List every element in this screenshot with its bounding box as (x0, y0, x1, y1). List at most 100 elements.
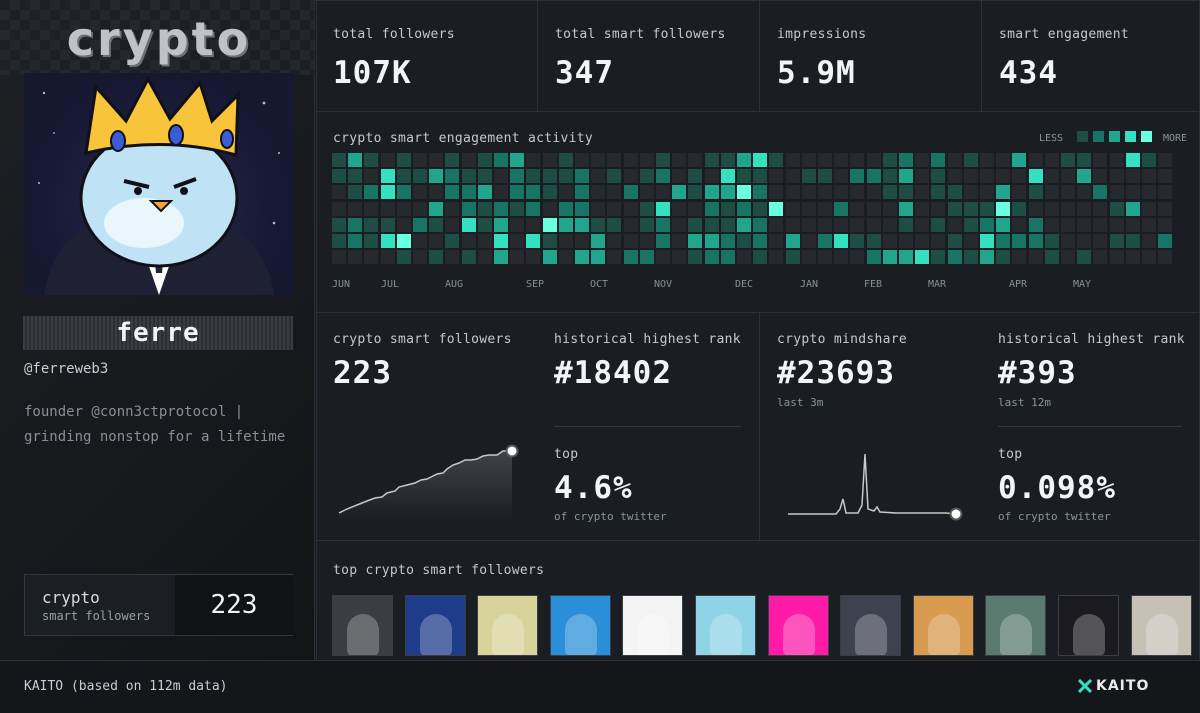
heatmap-cell (672, 153, 686, 167)
heatmap-cell (850, 250, 864, 264)
heatmap-cell (332, 185, 346, 199)
heatmap-cell (721, 153, 735, 167)
elisdefi-logo-icon[interactable] (622, 595, 684, 656)
heatmap-cell (980, 153, 994, 167)
heatmap-cell (1110, 234, 1124, 248)
heatmap-cell (640, 153, 654, 167)
footer-brand[interactable]: KAITO (1096, 678, 1149, 694)
avatar-figure (564, 614, 597, 655)
heatmap-cell (543, 250, 557, 264)
profile-handle[interactable]: @ferreweb3 (24, 361, 108, 377)
heatmap-cell (1012, 218, 1026, 232)
robot-avatar-icon[interactable] (695, 595, 756, 656)
heatmap-cell (559, 218, 573, 232)
heatmap-cell (591, 250, 605, 264)
pixel-punk-avatar-icon[interactable] (767, 595, 829, 656)
stat-value: 5.9M (777, 55, 856, 91)
heatmap-cell (364, 185, 378, 199)
heatmap-cell (1029, 169, 1043, 183)
heatmap-cell (753, 202, 767, 216)
bio-line-1: founder @conn3ctprotocol | (24, 404, 244, 420)
heatmap-cell (1077, 218, 1091, 232)
heatmap-cell (721, 202, 735, 216)
heatmap-cell (980, 234, 994, 248)
cartoon-avatar-icon[interactable] (549, 595, 611, 656)
heatmap-cell (915, 218, 929, 232)
heatmap-cell (948, 234, 962, 248)
heatmap-cell (996, 169, 1010, 183)
box-label-2: smart followers (42, 609, 151, 623)
heatmap-cell (1110, 169, 1124, 183)
heatmap-cell (834, 250, 848, 264)
heatmap-cell (348, 250, 362, 264)
heatmap-cell (397, 218, 411, 232)
heatmap-cell (753, 250, 767, 264)
heatmap-cell (494, 218, 508, 232)
avatar-figure (855, 614, 888, 655)
heatmap-cell (802, 202, 816, 216)
blue-bird-avatar-icon[interactable] (404, 595, 466, 656)
penguin-avatar-icon[interactable] (840, 595, 902, 656)
heatmap-cell (737, 250, 751, 264)
heatmap-cell (672, 234, 686, 248)
heatmap-cell (964, 169, 978, 183)
heatmap-cell (737, 169, 751, 183)
heatmap-cell (1158, 218, 1172, 232)
heatmap-cell (753, 185, 767, 199)
heatmap-cell (656, 153, 670, 167)
avatar-figure (1000, 614, 1033, 655)
heatmap-cell (656, 202, 670, 216)
heatmap-cell (381, 153, 395, 167)
man-photo-avatar-icon[interactable] (912, 595, 974, 656)
avatar-figure (419, 614, 452, 655)
heatmap-cell (1012, 234, 1026, 248)
heatmap-cell (786, 250, 800, 264)
heatmap-cell (462, 153, 476, 167)
profile-name: ferre (116, 318, 200, 348)
heatmap-cell (996, 250, 1010, 264)
heatmap-cell (364, 153, 378, 167)
hooded-avatar-icon[interactable] (1058, 595, 1119, 656)
heatmap-cell (381, 185, 395, 199)
heatmap-cell (640, 250, 654, 264)
heatmap-cell (640, 218, 654, 232)
heatmap-cell (575, 218, 589, 232)
heatmap-cell (883, 169, 897, 183)
heatmap-cell (429, 234, 443, 248)
heatmap-cell (1012, 185, 1026, 199)
heatmap-cell (980, 218, 994, 232)
heatmap-cell (1029, 185, 1043, 199)
avatar-figure (637, 614, 670, 655)
heatmap-cell (332, 202, 346, 216)
heatmap-cell (769, 169, 783, 183)
heatmap-cell (964, 234, 978, 248)
heatmap-cell (899, 202, 913, 216)
heatmap-cell (607, 202, 621, 216)
heatmap-cell (348, 169, 362, 183)
heatmap-cell (559, 185, 573, 199)
ape-avatar-icon[interactable] (477, 595, 539, 656)
heatmap-cell (1029, 218, 1043, 232)
heatmap-cell (494, 234, 508, 248)
dog-avatar-icon[interactable] (1130, 595, 1192, 656)
heatmap-cell (867, 153, 881, 167)
heatmap-cell (850, 153, 864, 167)
pepe-avatar-icon[interactable] (985, 595, 1047, 656)
heatmap-cell (867, 234, 881, 248)
stat-value: 107K (333, 55, 412, 91)
heatmap-cell (1045, 169, 1059, 183)
heatmap-cell (1093, 153, 1107, 167)
heatmap-cell (948, 202, 962, 216)
month-label: MAY (1073, 279, 1092, 290)
legend-swatch (1093, 131, 1104, 142)
heatmap-cell (1126, 250, 1140, 264)
heatmap-cell (413, 202, 427, 216)
helmet-avatar-icon[interactable] (332, 595, 393, 656)
heatmap-cell (1142, 218, 1156, 232)
heatmap-cell (364, 202, 378, 216)
rank-panel-right: crypto mindshare #23693 last 3m historic… (759, 312, 1200, 541)
heatmap-cell (737, 218, 751, 232)
heatmap-cell (672, 202, 686, 216)
month-label: APR (1009, 279, 1028, 290)
legend-swatch (1125, 131, 1136, 142)
